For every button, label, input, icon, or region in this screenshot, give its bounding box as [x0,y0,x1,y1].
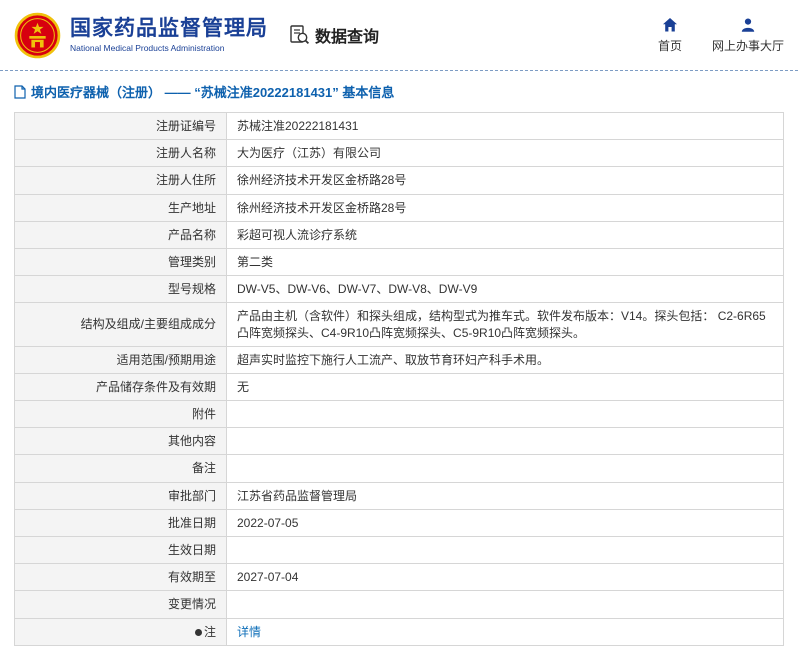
data-query-section[interactable]: 数据查询 [288,23,379,47]
row-value: 2022-07-05 [226,508,784,538]
table-row: 注册证编号 苏械注准20222181431 [14,111,784,141]
table-row: 注 详情 [14,617,784,646]
row-label: 备注 [14,454,227,483]
row-label: 生效日期 [14,535,227,565]
row-value: 苏械注准20222181431 [226,111,784,141]
row-label: 产品储存条件及有效期 [14,372,227,402]
row-value: 2027-07-04 [226,563,784,592]
table-row: 管理类别 第二类 [14,247,784,277]
info-table: 注册证编号 苏械注准20222181431 注册人名称 大为医疗（江苏）有限公司… [14,111,784,646]
table-row: 其他内容 [14,427,784,456]
org-names: 国家药品监督管理局 National Medical Products Admi… [70,17,268,53]
row-label: 注册人名称 [14,139,227,168]
row-label: 产品名称 [14,220,227,249]
row-value: 江苏省药品监督管理局 [226,481,784,510]
row-value: 超声实时监控下施行人工流产、取放节育环妇产科手术用。 [226,345,784,374]
row-label: 其他内容 [14,427,227,456]
nav-item-home[interactable]: 首页 [658,17,682,54]
table-row: 产品名称 彩超可视人流诊疗系统 [14,220,784,249]
breadcrumb-text: 境内医疗器械（注册） —— “苏械注准20222181431” 基本信息 [31,85,395,100]
row-value: 产品由主机（含软件）和探头组成，结构型式为推车式。软件发布版本：V14。探头包括… [226,302,784,347]
row-value: 详情 [226,617,784,646]
data-query-title: 数据查询 [315,29,380,46]
row-label: 批准日期 [14,508,227,538]
table-row: 备注 [14,454,784,483]
row-label: 结构及组成/主要组成成分 [14,302,227,347]
row-label: 变更情况 [14,590,227,619]
table-row: 批准日期 2022-07-05 [14,508,784,538]
row-label: 生产地址 [14,193,227,222]
detail-link[interactable]: 详情 [237,625,261,639]
row-value: 徐州经济技术开发区金桥路28号 [226,193,784,222]
row-value: 第二类 [226,247,784,277]
table-row: 结构及组成/主要组成成分 产品由主机（含软件）和探头组成，结构型式为推车式。软件… [14,302,784,347]
data-query-icon [290,25,310,45]
row-label: 适用范围/预期用途 [14,345,227,374]
document-icon [14,84,26,99]
table-row: 附件 [14,400,784,429]
nav-item-home-label: 首页 [657,38,682,53]
national-emblem-icon [14,12,61,58]
row-value: DW-V5、DW-V6、DW-V7、DW-V8、DW-V9 [226,275,784,304]
org-name-en: National Medical Products Administration [70,43,225,54]
row-label: 有效期至 [14,563,227,592]
row-label-note: 注 [14,617,227,646]
table-row: 注册人名称 大为医疗（江苏）有限公司 [14,139,784,168]
row-value: 彩超可视人流诊疗系统 [226,220,784,249]
row-value: 无 [226,372,784,402]
breadcrumb: 境内医疗器械（注册） —— “苏械注准20222181431” 基本信息 [0,71,798,110]
table-row: 有效期至 2027-07-04 [14,563,784,592]
table-row: 产品储存条件及有效期 无 [14,372,784,402]
row-value [226,427,784,456]
row-label: 附件 [14,400,227,429]
table-row: 注册人住所 徐州经济技术开发区金桥路28号 [14,166,784,195]
row-value [226,400,784,429]
row-label: 注册证编号 [14,111,227,141]
home-icon [662,17,677,31]
table-row: 生效日期 [14,535,784,565]
note-dot-icon [194,628,202,636]
row-value [226,590,784,619]
org-name-cn: 国家药品监督管理局 [70,16,268,40]
header-nav: 首页 网上办事大厅 [658,17,784,54]
row-value [226,454,784,483]
site-logo[interactable]: 国家药品监督管理局 National Medical Products Admi… [14,12,268,59]
table-row: 变更情况 [14,590,784,619]
row-label: 型号规格 [14,275,227,304]
row-label: 审批部门 [14,481,227,510]
row-label: 注册人住所 [14,166,227,195]
table-row: 审批部门 江苏省药品监督管理局 [14,481,784,510]
row-value [226,535,784,565]
table-row: 生产地址 徐州经济技术开发区金桥路28号 [14,193,784,222]
nav-item-service-hall[interactable]: 网上办事大厅 [712,17,784,54]
row-label: 管理类别 [14,247,227,277]
user-icon [741,18,755,32]
table-row: 型号规格 DW-V5、DW-V6、DW-V7、DW-V8、DW-V9 [14,275,784,304]
row-value: 徐州经济技术开发区金桥路28号 [226,166,784,195]
nav-item-service-hall-label: 网上办事大厅 [711,38,784,53]
page-header: 国家药品监督管理局 National Medical Products Admi… [0,0,798,71]
row-value: 大为医疗（江苏）有限公司 [226,139,784,168]
table-row: 适用范围/预期用途 超声实时监控下施行人工流产、取放节育环妇产科手术用。 [14,345,784,374]
